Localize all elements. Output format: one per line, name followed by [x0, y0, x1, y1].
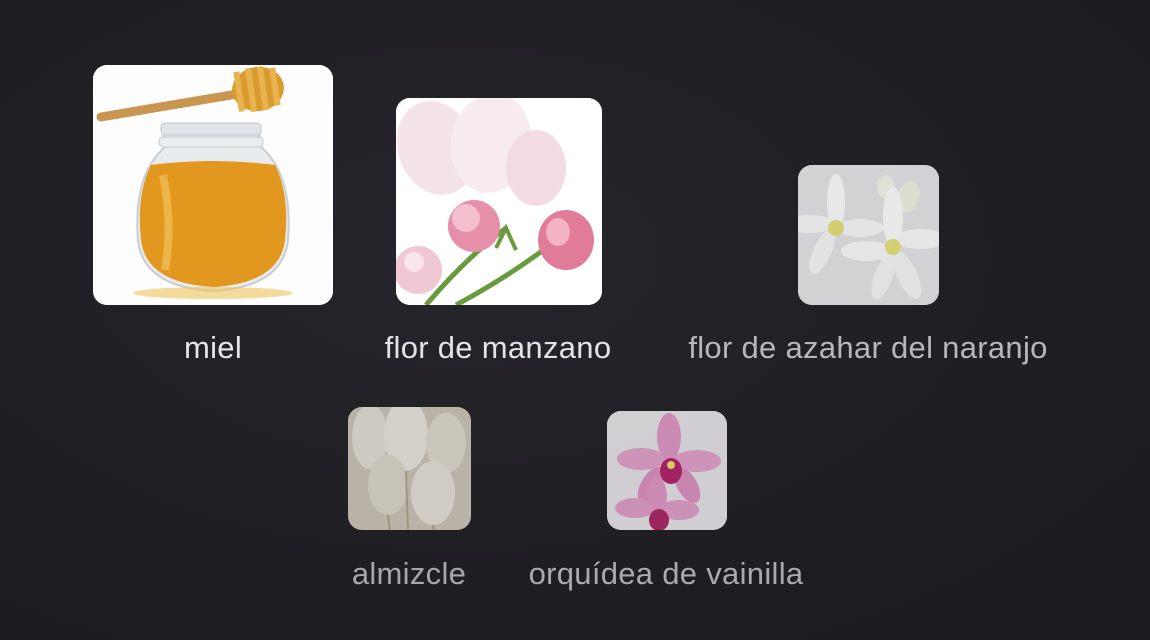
note-label: flor de manzano	[384, 330, 612, 365]
musk-plumes-icon	[348, 407, 471, 530]
honey-jar-icon	[93, 65, 333, 305]
note-label: orquídea de vainilla	[528, 556, 804, 591]
note-label: miel	[183, 330, 243, 365]
orange-blossom-icon	[798, 165, 939, 305]
apple-blossom-icon	[396, 98, 602, 305]
note-label: flor de azahar del naranjo	[688, 330, 1048, 365]
note-label: almizcle	[351, 556, 467, 591]
vanilla-orchid-icon	[607, 411, 727, 530]
